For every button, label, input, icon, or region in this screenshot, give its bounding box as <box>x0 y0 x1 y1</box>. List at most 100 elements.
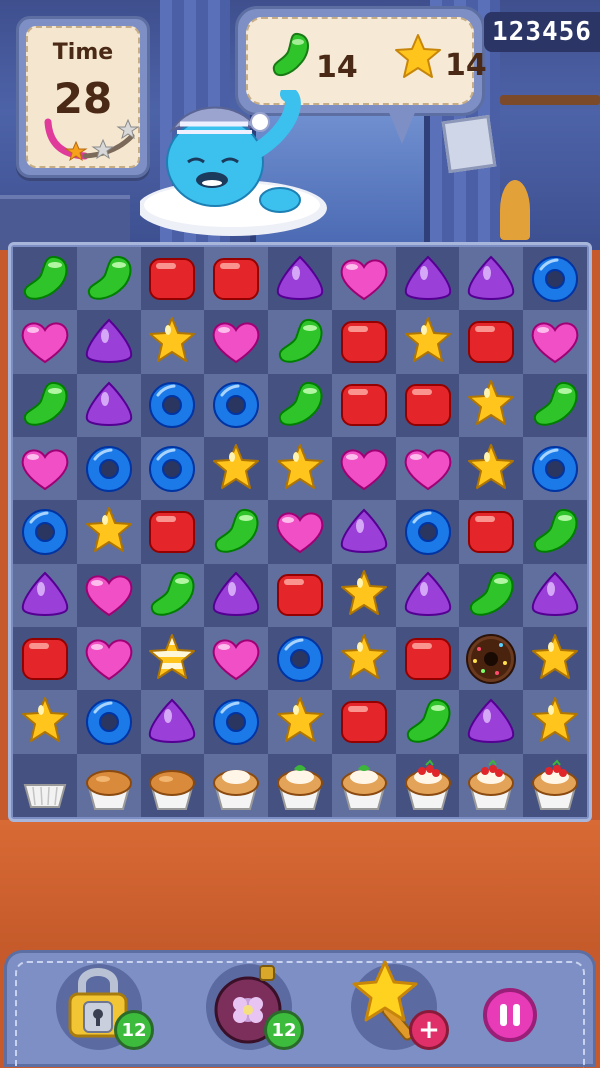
blue-ring-icon <box>276 635 323 682</box>
board-cell-r2-c3[interactable] <box>204 373 269 437</box>
board-cell-r8-c3[interactable] <box>204 753 269 817</box>
plain-cupcake-icon <box>85 770 132 811</box>
board-cell-r5-c7[interactable] <box>459 563 524 627</box>
board-cell-r6-c2[interactable] <box>140 626 205 691</box>
board-cell-r6-c8[interactable] <box>523 626 587 691</box>
board-cell-r0-c6[interactable] <box>395 247 460 311</box>
board-cell-r5-c0[interactable] <box>13 563 77 627</box>
pink-heart-icon <box>21 449 69 490</box>
board-cell-r7-c0[interactable] <box>13 690 77 754</box>
board-cell-r3-c4[interactable] <box>268 436 332 501</box>
board-cell-r4-c3[interactable] <box>204 500 269 564</box>
board-cell-r6-c3[interactable] <box>204 626 269 691</box>
board-cell-r8-c8[interactable] <box>523 753 587 817</box>
board-cell-r3-c0[interactable] <box>13 436 77 501</box>
berry-cupcake-icon <box>468 759 515 811</box>
board-cell-r5-c5[interactable] <box>331 563 396 627</box>
board-cell-r0-c0[interactable] <box>13 247 77 311</box>
board-cell-r1-c7[interactable] <box>459 310 524 374</box>
board-cell-r0-c5[interactable] <box>331 247 396 311</box>
board-cell-r1-c6[interactable] <box>395 310 460 374</box>
blue-ring-icon <box>149 382 196 429</box>
board-cell-r6-c6[interactable] <box>395 626 460 691</box>
board-cell-r8-c1[interactable] <box>76 753 141 817</box>
board-cell-r1-c2[interactable] <box>140 310 205 374</box>
star-wand-booster-button[interactable]: + <box>345 958 449 1054</box>
goal-bubble-tail <box>388 110 416 144</box>
board-cell-r8-c0[interactable] <box>13 753 77 817</box>
board-cell-r5-c3[interactable] <box>204 563 269 627</box>
board-cell-r1-c1[interactable] <box>76 310 141 374</box>
green-jelly-icon <box>23 255 68 300</box>
chocolate-donut-icon <box>466 633 517 684</box>
board-cell-r3-c3[interactable] <box>204 436 269 501</box>
board-cell-r8-c2[interactable] <box>140 753 205 817</box>
board-cell-r6-c0[interactable] <box>13 626 77 691</box>
board-cell-r1-c3[interactable] <box>204 310 269 374</box>
board-cell-r1-c4[interactable] <box>268 310 332 374</box>
blue-ring-icon <box>532 445 579 492</box>
board-cell-r2-c5[interactable] <box>331 373 396 437</box>
board-cell-r2-c6[interactable] <box>395 373 460 437</box>
board-cell-r4-c6[interactable] <box>395 500 460 564</box>
board-cell-r8-c7[interactable] <box>459 753 524 817</box>
board-cell-r8-c4[interactable] <box>268 753 332 817</box>
board-cell-r6-c1[interactable] <box>76 626 141 691</box>
board-cell-r2-c8[interactable] <box>523 373 587 437</box>
board-cell-r5-c2[interactable] <box>140 563 205 627</box>
board-cell-r4-c0[interactable] <box>13 500 77 564</box>
board-cell-r4-c8[interactable] <box>523 500 587 564</box>
board-cell-r0-c7[interactable] <box>459 247 524 311</box>
yellow-star-icon <box>404 316 451 362</box>
purple-drop-icon <box>85 318 132 363</box>
board-cell-r4-c4[interactable] <box>268 500 332 564</box>
board-cell-r7-c2[interactable] <box>140 690 205 754</box>
board-cell-r7-c4[interactable] <box>268 690 332 754</box>
bomb-booster-button[interactable]: 12 <box>200 958 304 1054</box>
board-cell-r0-c3[interactable] <box>204 247 269 311</box>
board-cell-r6-c5[interactable] <box>331 626 396 691</box>
pause-button[interactable] <box>483 988 537 1042</box>
buy-booster-badge[interactable]: + <box>409 1010 449 1050</box>
board-cell-r8-c6[interactable] <box>395 753 460 817</box>
board-cell-r7-c7[interactable] <box>459 690 524 754</box>
board-cell-r4-c7[interactable] <box>459 500 524 564</box>
board-cell-r2-c7[interactable] <box>459 373 524 437</box>
board-cell-r7-c3[interactable] <box>204 690 269 754</box>
board-cell-r7-c5[interactable] <box>331 690 396 754</box>
board-cell-r3-c2[interactable] <box>140 436 205 501</box>
board-cell-r1-c0[interactable] <box>13 310 77 374</box>
board-cell-r0-c4[interactable] <box>268 247 332 311</box>
purple-drop-icon <box>213 571 260 617</box>
board-cell-r2-c4[interactable] <box>268 373 332 437</box>
yellow-star-icon <box>395 33 441 78</box>
board-cell-r4-c1[interactable] <box>76 500 141 564</box>
board-cell-r0-c1[interactable] <box>76 247 141 311</box>
board-cell-r4-c5[interactable] <box>331 500 396 564</box>
board-cell-r5-c4[interactable] <box>268 563 332 627</box>
board-cell-r6-c4[interactable] <box>268 626 332 691</box>
board-cell-r5-c1[interactable] <box>76 563 141 627</box>
board-cell-r1-c8[interactable] <box>523 310 587 374</box>
board-cell-r1-c5[interactable] <box>331 310 396 374</box>
board-cell-r5-c6[interactable] <box>395 563 460 627</box>
board-cell-r7-c1[interactable] <box>76 690 141 754</box>
board-cell-r3-c1[interactable] <box>76 436 141 501</box>
lock-booster-button[interactable]: 12 <box>50 958 154 1054</box>
board-cell-r8-c5[interactable] <box>331 753 396 817</box>
board-cell-r2-c0[interactable] <box>13 373 77 437</box>
board-cell-r3-c6[interactable] <box>395 436 460 501</box>
board-cell-r7-c6[interactable] <box>395 690 460 754</box>
board-cell-r6-c7[interactable] <box>459 626 524 691</box>
board-cell-r4-c2[interactable] <box>140 500 205 564</box>
board-cell-r0-c2[interactable] <box>140 247 205 311</box>
board-cell-r3-c5[interactable] <box>331 436 396 501</box>
board-cell-r3-c7[interactable] <box>459 436 524 501</box>
board-cell-r5-c8[interactable] <box>523 563 587 627</box>
blue-ring-icon <box>532 255 579 302</box>
board-cell-r7-c8[interactable] <box>523 690 587 754</box>
board-cell-r3-c8[interactable] <box>523 436 587 501</box>
board-cell-r2-c1[interactable] <box>76 373 141 437</box>
board-cell-r2-c2[interactable] <box>140 373 205 437</box>
board-cell-r0-c8[interactable] <box>523 247 587 311</box>
